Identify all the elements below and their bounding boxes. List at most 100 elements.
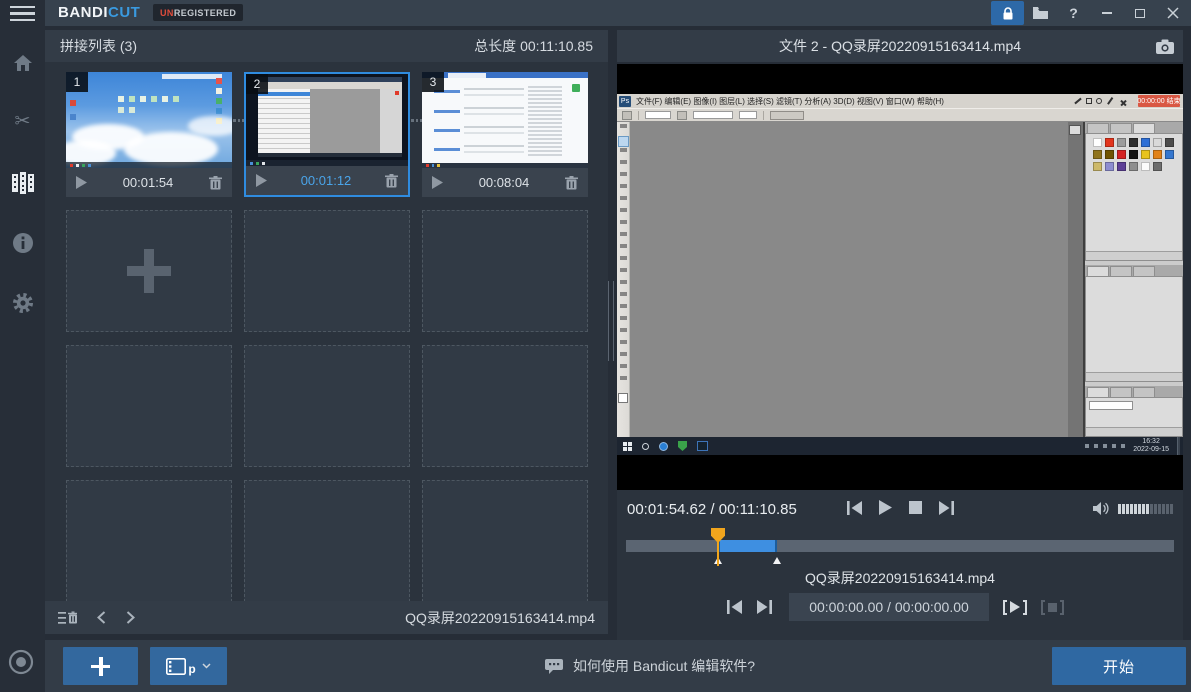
- recorded-taskbar: 16:32 2022-09-15: [617, 437, 1183, 455]
- clip-thumbnail-1: [66, 72, 232, 168]
- speaker-icon: [1093, 502, 1111, 515]
- gear-icon: [12, 292, 34, 314]
- play-icon: [76, 176, 87, 189]
- preview-clip-filename: QQ录屏20220915163414.mp4: [617, 568, 1183, 588]
- delete-clip-button[interactable]: [565, 176, 578, 190]
- unregistered-badge[interactable]: UNREGISTERED: [153, 4, 243, 21]
- speech-bubble-icon: [545, 659, 563, 674]
- recording-timer-badge: 00:00:00 结束: [1138, 95, 1180, 107]
- ps-options-bar: [617, 108, 1183, 121]
- open-file-button[interactable]: [1024, 1, 1057, 25]
- sidebar-tab-info[interactable]: [0, 232, 45, 254]
- play-clip-button[interactable]: [256, 174, 267, 187]
- browser-icon: [659, 442, 668, 451]
- start-button[interactable]: 开始: [1052, 647, 1186, 685]
- clip-card-3[interactable]: 3 00:08:04: [422, 72, 588, 197]
- stop-icon: [1048, 603, 1057, 612]
- preview-header: 文件 2 - QQ录屏20220915163414.mp4: [617, 30, 1183, 62]
- plus-icon: [91, 657, 110, 676]
- next-page-button[interactable]: [126, 611, 135, 624]
- record-icon: [7, 648, 35, 676]
- search-icon: [642, 443, 649, 450]
- minimize-icon: [1102, 12, 1112, 14]
- next-frame-icon: [939, 501, 954, 515]
- delete-clip-button[interactable]: [385, 174, 398, 188]
- segment-next-button[interactable]: [757, 600, 772, 614]
- empty-slot: [66, 480, 232, 601]
- segment-end-handle[interactable]: [773, 553, 781, 564]
- antivirus-icon: [678, 441, 687, 451]
- prev-frame-button[interactable]: [847, 501, 862, 515]
- help-button[interactable]: ?: [1057, 1, 1090, 25]
- ellipse-icon: [1096, 98, 1102, 104]
- hamburger-menu-icon[interactable]: [10, 6, 35, 21]
- play-clip-button[interactable]: [76, 176, 87, 189]
- add-file-button[interactable]: [63, 647, 138, 685]
- scissors-cut-icon: ✂: [15, 112, 31, 132]
- filmstrip-join-icon: [11, 172, 35, 194]
- ps-workspace: [617, 122, 1183, 437]
- selection-segment[interactable]: [718, 540, 777, 552]
- record-shortcut[interactable]: [7, 648, 35, 681]
- photoshop-taskbar-icon: [697, 441, 708, 451]
- stop-button[interactable]: [909, 501, 922, 514]
- chevron-left-icon: [97, 611, 106, 624]
- ps-menu-items: 文件(F) 编辑(E) 图像(I) 图层(L) 选择(S) 滤镜(T) 分析(A…: [636, 96, 944, 107]
- ps-right-panels: [1083, 122, 1183, 437]
- playhead[interactable]: [711, 528, 725, 566]
- clear-list-icon: [58, 611, 77, 625]
- empty-slot: [244, 480, 410, 601]
- clip-connector: [233, 119, 245, 122]
- prev-frame-icon: [727, 600, 742, 614]
- play-button[interactable]: [879, 500, 892, 515]
- snapshot-button[interactable]: [1156, 39, 1174, 57]
- folder-icon: [1033, 7, 1048, 19]
- playhead-flag[interactable]: [711, 528, 725, 543]
- join-list-header: 拼接列表 (3) 总长度 00:11:10.85: [45, 30, 608, 62]
- format-suffix: p: [188, 662, 195, 676]
- clip-thumbnail-3: [422, 72, 588, 168]
- volume-control: [1093, 502, 1173, 515]
- show-desktop-button: [1177, 437, 1180, 455]
- question-icon: ?: [1069, 5, 1078, 21]
- trash-icon: [565, 176, 578, 190]
- help-link[interactable]: 如何使用 Bandicut 编辑软件?: [545, 640, 755, 692]
- camera-icon: [1156, 39, 1174, 54]
- stop-segment-button[interactable]: [1041, 600, 1064, 615]
- ps-logo: Ps: [619, 96, 631, 107]
- clip-thumbnail-2: [246, 74, 408, 166]
- add-file-slot[interactable]: [66, 210, 232, 332]
- prev-page-button[interactable]: [97, 611, 106, 624]
- sidebar-tab-home[interactable]: [0, 52, 45, 74]
- play-segment-button[interactable]: [1003, 600, 1027, 615]
- segment-prev-button[interactable]: [727, 600, 742, 614]
- vertical-scrollbar[interactable]: [608, 281, 614, 361]
- clip-duration: 00:01:54: [87, 175, 209, 190]
- minimize-button[interactable]: [1090, 1, 1123, 25]
- play-clip-button[interactable]: [432, 176, 443, 189]
- selected-clip-filename: QQ录屏20220915163414.mp4: [155, 608, 595, 628]
- seek-track[interactable]: [626, 540, 1174, 552]
- close-button[interactable]: [1156, 1, 1189, 25]
- empty-slot: [244, 210, 410, 332]
- volume-slider[interactable]: [1118, 504, 1173, 514]
- sidebar-tab-settings[interactable]: [0, 292, 45, 314]
- logo-text-right: CUT: [108, 4, 140, 21]
- clip-card-2-selected[interactable]: 2 00:01:12: [244, 72, 410, 197]
- delete-clip-button[interactable]: [209, 176, 222, 190]
- window-controls: ?: [991, 0, 1189, 26]
- rectangle-icon: [1086, 98, 1092, 104]
- clear-list-button[interactable]: [58, 611, 77, 625]
- next-frame-button[interactable]: [939, 501, 954, 515]
- segment-time-display: 00:00:00.00 / 00:00:00.00: [789, 593, 989, 621]
- sidebar-tab-cut[interactable]: ✂: [0, 112, 45, 132]
- play-icon: [432, 176, 443, 189]
- sidebar-tab-join[interactable]: [0, 172, 45, 194]
- maximize-button[interactable]: [1123, 1, 1156, 25]
- mute-button[interactable]: [1093, 502, 1111, 515]
- join-list-title: 拼接列表 (3): [60, 36, 137, 56]
- lock-button[interactable]: [991, 1, 1024, 25]
- clip-card-1[interactable]: 1 00:01:54: [66, 72, 232, 197]
- recorder-draw-tools: [1074, 98, 1129, 104]
- output-format-button[interactable]: p: [150, 647, 227, 685]
